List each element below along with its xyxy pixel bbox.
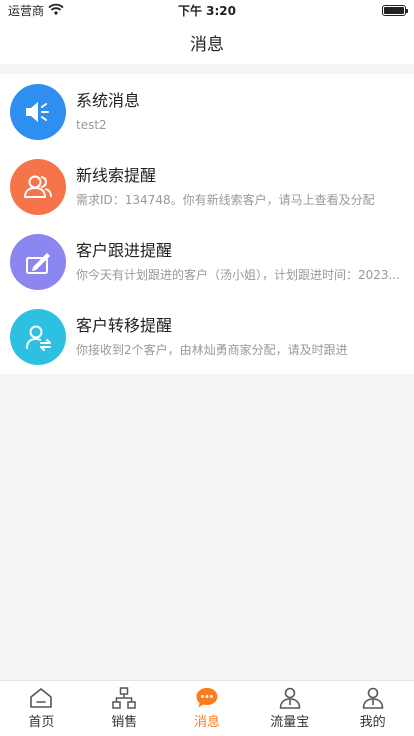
nav-bar: 消息 xyxy=(0,20,414,64)
message-item-new-lead[interactable]: 新线索提醒 需求ID：134748。你有新线索客户，请马上查看及分配 xyxy=(0,149,414,224)
wifi-icon xyxy=(48,3,64,18)
message-list: 系统消息 test2 新线索提醒 需求ID：134748。你有新线索客户，请马上… xyxy=(0,74,414,374)
message-item-transfer[interactable]: 客户转移提醒 你接收到2个客户，由林灿勇商家分配，请及时跟进 xyxy=(0,299,414,374)
message-item-system[interactable]: 系统消息 test2 xyxy=(0,74,414,149)
message-desc: 你接收到2个客户，由林灿勇商家分配，请及时跟进 xyxy=(76,343,348,357)
message-desc: test2 xyxy=(76,118,107,132)
tab-label: 首页 xyxy=(28,715,55,730)
home-icon xyxy=(30,688,53,708)
speaker-icon xyxy=(10,83,66,140)
message-title: 客户跟进提醒 xyxy=(76,241,173,260)
status-bar: 运营商 下午 3:20 xyxy=(0,0,414,20)
carrier-label: 运营商 xyxy=(8,3,45,18)
tab-label: 流量宝 xyxy=(270,715,310,730)
tab-label: 销售 xyxy=(111,715,138,730)
user-icon xyxy=(362,687,383,709)
message-title: 客户转移提醒 xyxy=(76,316,173,335)
message-desc: 你今天有计划跟进的客户（汤小姐），计划跟进时间：2023... xyxy=(76,268,400,282)
user-icon xyxy=(279,687,301,709)
status-left: 运营商 xyxy=(8,2,64,19)
battery-icon xyxy=(382,4,408,16)
tab-messages[interactable]: 消息 xyxy=(166,681,249,736)
page-title: 消息 xyxy=(190,34,224,55)
tab-home[interactable]: 首页 xyxy=(0,681,83,736)
message-item-follow-up[interactable]: 客户跟进提醒 你今天有计划跟进的客户（汤小姐），计划跟进时间：2023... xyxy=(0,224,414,299)
org-chart-icon xyxy=(112,687,136,709)
tab-sales[interactable]: 销售 xyxy=(83,681,166,736)
chat-bubble-icon xyxy=(196,688,218,708)
tab-traffic[interactable]: 流量宝 xyxy=(248,681,331,736)
people-icon xyxy=(10,158,66,215)
tab-bar: 首页 销售 消息 流量宝 我的 xyxy=(0,680,414,736)
message-desc: 需求ID：134748。你有新线索客户，请马上查看及分配 xyxy=(76,193,375,207)
tab-label: 消息 xyxy=(193,715,220,730)
tab-label: 我的 xyxy=(359,715,386,730)
message-title: 系统消息 xyxy=(76,91,141,110)
tab-me[interactable]: 我的 xyxy=(331,681,414,736)
message-title: 新线索提醒 xyxy=(76,166,157,185)
pen-icon xyxy=(10,233,66,290)
user-transfer-icon xyxy=(10,308,66,365)
